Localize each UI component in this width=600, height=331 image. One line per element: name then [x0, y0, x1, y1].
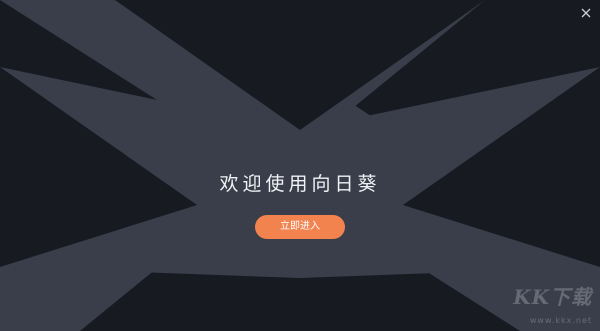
watermark-sub-text: www.kkx.net	[529, 316, 592, 325]
watermark-main-text: KK下载	[513, 285, 592, 309]
watermark-logo: KK下载 www.kkx.net	[494, 277, 594, 327]
close-button[interactable]	[578, 5, 594, 21]
welcome-window: 欢迎使用向日葵 立即进入 KK下载 www.kkx.net	[0, 0, 600, 331]
close-icon	[581, 8, 591, 18]
welcome-title: 欢迎使用向日葵	[219, 173, 381, 195]
enter-now-button[interactable]: 立即进入	[255, 215, 345, 239]
